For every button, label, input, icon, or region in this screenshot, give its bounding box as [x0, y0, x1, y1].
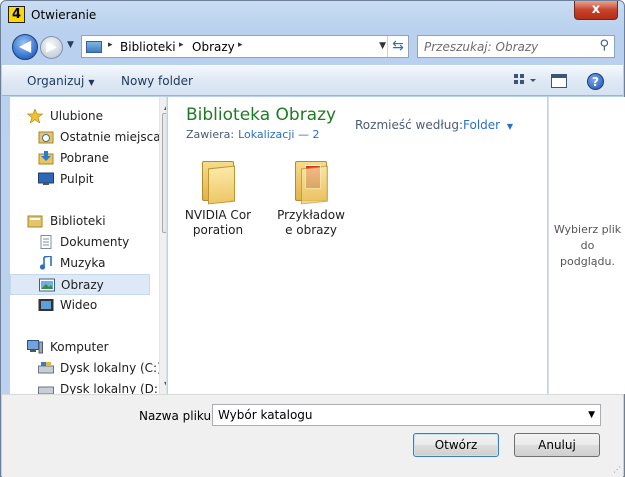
nav-item-downloads[interactable]: Pobrane — [10, 148, 150, 169]
forward-button[interactable]: ▶ — [40, 36, 63, 59]
computer-icon — [27, 340, 43, 354]
breadcrumb-separator-icon[interactable]: ▸ — [179, 40, 184, 50]
downloads-icon — [38, 151, 54, 165]
file-list-pane[interactable]: Biblioteka Obrazy Zawiera: Lokalizacji — … — [168, 97, 547, 394]
nav-item-label: Pulpit — [60, 172, 94, 186]
nav-favorites[interactable]: Ulubione — [10, 106, 150, 127]
help-icon[interactable]: ? — [587, 73, 604, 90]
open-dialog-window: 4 Otwieranie x ◀ ▶ ▼ ▸ Biblioteki ▸ Obra… — [0, 0, 625, 477]
desktop-icon — [38, 172, 54, 186]
breadcrumb-pictures[interactable]: Obrazy — [192, 40, 235, 54]
nav-item-drive-d[interactable]: Dysk lokalny (D:) — [10, 379, 163, 394]
address-bar[interactable]: ▸ Biblioteki ▸ Obrazy ▸ ▼ — [81, 35, 409, 58]
title-bar[interactable]: 4 Otwieranie x — [1, 1, 624, 31]
nav-favorites-label: Ulubione — [50, 109, 104, 123]
filename-combobox[interactable]: ▼ — [212, 404, 601, 426]
preview-line: do — [580, 239, 595, 252]
open-button[interactable]: Otwórz — [413, 433, 499, 457]
nav-item-pictures[interactable]: Obrazy — [10, 274, 150, 295]
nav-libraries[interactable]: Biblioteki — [10, 211, 150, 232]
chevron-down-icon: ▼ — [506, 122, 514, 131]
folder-icon — [200, 157, 236, 205]
nav-item-label: Ostatnie miejsca — [60, 130, 161, 144]
app-icon: 4 — [8, 6, 25, 23]
nav-item-videos[interactable]: Wideo — [10, 295, 150, 316]
organize-label: Organizuj — [27, 74, 85, 88]
nav-item-recent-places[interactable]: Ostatnie miejsca — [10, 127, 161, 148]
hard-drive-icon — [38, 361, 54, 375]
grip-icon: ≡ — [166, 170, 167, 173]
nav-pane-scrollbar[interactable]: ▲ ≡ ▼ — [159, 97, 167, 394]
address-dropdown-icon[interactable]: ▼ — [379, 41, 386, 51]
back-button[interactable]: ◀ — [12, 34, 38, 60]
preview-line: Wybierz plik — [553, 223, 622, 236]
preview-placeholder: Wybierz plik do podglądu. — [549, 222, 625, 270]
close-button[interactable]: x — [574, 1, 618, 20]
documents-icon — [38, 235, 54, 249]
library-title: Biblioteka Obrazy — [186, 105, 337, 125]
nav-item-drive-c[interactable]: Dysk lokalny (C:) — [10, 358, 162, 379]
nav-item-documents[interactable]: Dokumenty — [10, 232, 150, 253]
locations-link[interactable]: Lokalizacji — 2 — [238, 128, 319, 141]
new-folder-button[interactable]: Nowy folder — [121, 74, 193, 88]
filename-input[interactable] — [216, 407, 576, 423]
breadcrumb-libraries[interactable]: Biblioteki — [120, 40, 176, 54]
dialog-footer: Nazwa pliku: ▼ Otwórz Anuluj ⋰ — [2, 394, 623, 477]
change-view-icon[interactable] — [514, 73, 536, 87]
folder-item[interactable]: Przykładowe obrazy — [275, 157, 347, 238]
search-box[interactable]: ⚲ — [417, 35, 615, 58]
libraries-icon — [27, 214, 43, 228]
pictures-icon — [39, 278, 55, 292]
nav-item-label: Wideo — [60, 298, 98, 312]
star-icon — [26, 108, 44, 124]
nav-computer-label: Komputer — [50, 340, 109, 354]
preview-line: podglądu. — [560, 255, 615, 268]
arrange-by-value: Folder — [463, 118, 501, 132]
window-title: Otwieranie — [31, 8, 97, 22]
folder-label: Przykładowe obrazy — [277, 208, 345, 237]
nav-item-label: Dysk lokalny (C:) — [60, 361, 162, 375]
folder-label: NVIDIA Corporation — [184, 208, 252, 237]
library-locations: Zawiera: Lokalizacji — 2 — [186, 128, 319, 141]
folder-icon — [293, 157, 329, 205]
scroll-down-icon[interactable]: ▼ — [164, 380, 166, 389]
scrollbar-thumb[interactable]: ≡ — [162, 113, 167, 233]
hard-drive-icon — [38, 382, 54, 394]
videos-icon — [38, 298, 54, 312]
breadcrumb-separator-icon[interactable]: ▸ — [238, 40, 243, 50]
library-pictures-icon — [86, 41, 102, 53]
nav-item-label: Dokumenty — [60, 235, 130, 249]
resize-grip-icon[interactable]: ⋰ — [613, 465, 621, 474]
recent-places-icon — [38, 130, 54, 144]
preview-pane: Wybierz plik do podglądu. — [548, 97, 625, 394]
scroll-up-icon[interactable]: ▲ — [164, 102, 166, 111]
contains-label: Zawiera: — [186, 128, 235, 141]
music-icon — [38, 255, 54, 270]
preview-pane-icon[interactable] — [551, 74, 567, 88]
search-icon[interactable]: ⚲ — [599, 38, 609, 53]
nav-item-label: Dysk lokalny (D:) — [60, 382, 163, 394]
breadcrumb-separator-icon[interactable]: ▸ — [108, 40, 113, 50]
nav-item-label: Pobrane — [60, 151, 110, 165]
filename-label: Nazwa pliku: — [139, 409, 216, 423]
chevron-down-icon[interactable]: ▼ — [588, 410, 595, 420]
cancel-button[interactable]: Anuluj — [514, 433, 600, 457]
arrange-by-dropdown[interactable]: Folder ▼ — [463, 118, 513, 132]
nav-item-label: Muzyka — [60, 256, 106, 270]
nav-computer[interactable]: Komputer — [10, 337, 150, 358]
nav-libraries-label: Biblioteki — [50, 214, 106, 228]
recent-pages-dropdown[interactable]: ▼ — [67, 40, 74, 50]
command-bar: Organizuj ▼ Nowy folder ? — [2, 65, 623, 96]
nav-item-music[interactable]: Muzyka — [10, 253, 150, 274]
search-input[interactable] — [422, 38, 592, 55]
arrange-by-label: Rozmieść według: — [355, 118, 463, 132]
nav-item-desktop[interactable]: Pulpit — [10, 169, 150, 190]
refresh-icon[interactable]: ⇆ — [387, 36, 408, 57]
nav-item-label: Obrazy — [61, 278, 104, 292]
navigation-pane[interactable]: Ulubione Ostatnie miejsca Pobrane Pulpit… — [10, 97, 167, 394]
organize-button[interactable]: Organizuj ▼ — [27, 74, 94, 88]
chevron-down-icon: ▼ — [88, 78, 95, 87]
folder-item[interactable]: NVIDIA Corporation — [182, 157, 254, 238]
